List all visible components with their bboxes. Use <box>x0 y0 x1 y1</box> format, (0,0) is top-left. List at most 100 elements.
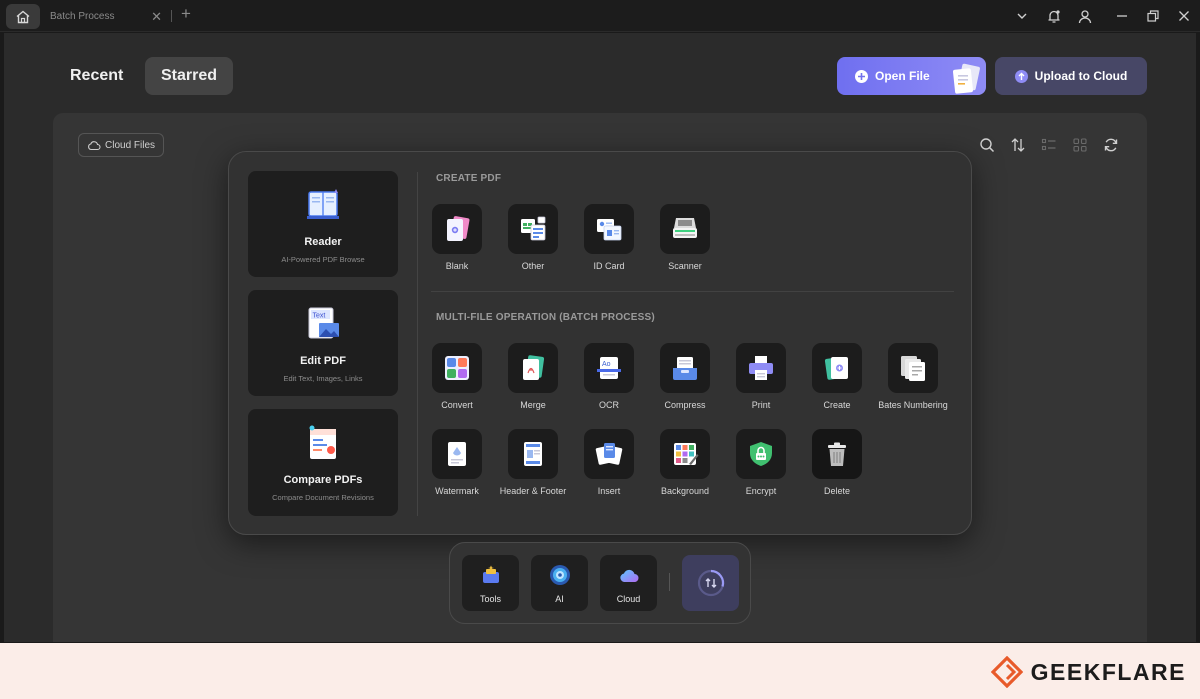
create-scanner-tool[interactable]: Scanner <box>647 204 723 271</box>
upload-circle-icon <box>1014 69 1028 83</box>
ai-assistant-icon <box>549 565 570 585</box>
header-footer-label: Header & Footer <box>499 486 567 496</box>
reader-card[interactable]: Reader AI-Powered PDF Browse <box>248 171 398 277</box>
reader-card-title: Reader <box>304 236 342 248</box>
document-tab[interactable]: Batch Process ✕ <box>44 4 168 29</box>
restore-window-icon[interactable] <box>1137 0 1169 32</box>
encrypt-label: Encrypt <box>745 486 777 496</box>
dock-tools-button[interactable]: Tools <box>462 555 519 611</box>
batch-background-tool[interactable]: Background <box>647 429 723 496</box>
document-tab-title: Batch Process <box>50 11 115 22</box>
convert-label: Convert <box>441 400 473 410</box>
list-view-icon[interactable] <box>1039 135 1059 155</box>
edit-pdf-card-subtitle: Edit Text, Images, Links <box>283 374 363 383</box>
insert-pages-icon <box>595 443 623 465</box>
dock-cloud-label: Cloud <box>616 594 641 604</box>
ocr-icon-text: Ao <box>602 361 611 368</box>
home-icon <box>16 10 30 23</box>
watermark-icon <box>448 442 466 466</box>
batch-create-tool[interactable]: Create <box>799 343 875 410</box>
batch-bates-numbering-tool[interactable]: Bates Numbering <box>875 343 951 410</box>
geekflare-logo-icon <box>990 656 1023 688</box>
watermark-label: Watermark <box>435 486 479 496</box>
convert-icon <box>445 356 469 380</box>
batch-print-tool[interactable]: Print <box>723 343 799 410</box>
id-card-label: ID Card <box>593 261 625 271</box>
reader-card-subtitle: AI-Powered PDF Browse <box>281 255 365 264</box>
batch-process-icon <box>697 569 724 597</box>
cloud-files-label: Cloud Files <box>105 139 156 151</box>
cloud-files-button[interactable]: Cloud Files <box>78 133 165 157</box>
blank-label: Blank <box>445 261 469 271</box>
create-pdf-icon <box>824 357 848 380</box>
user-account-icon[interactable] <box>1069 0 1101 32</box>
chevron-down-icon[interactable] <box>1006 0 1038 32</box>
bottom-dock: Tools AI Cloud <box>449 542 751 624</box>
batch-delete-tool[interactable]: Delete <box>799 429 875 496</box>
plus-circle-icon <box>855 69 868 83</box>
close-tab-icon[interactable]: ✕ <box>151 9 162 25</box>
close-window-icon[interactable] <box>1168 0 1200 32</box>
batch-encrypt-tool[interactable]: Encrypt <box>723 429 799 496</box>
id-card-icon <box>597 219 622 241</box>
create-other-tool[interactable]: Other <box>495 204 571 271</box>
encrypt-shield-icon <box>750 442 772 466</box>
dock-ai-button[interactable]: AI <box>531 555 588 611</box>
print-label: Print <box>751 400 771 410</box>
open-file-button[interactable]: Open File <box>837 57 986 95</box>
dock-batch-process-button[interactable] <box>682 555 739 611</box>
compare-pdfs-icon <box>309 425 336 459</box>
dock-cloud-button[interactable]: Cloud <box>600 555 657 611</box>
tab-starred[interactable]: Starred <box>145 57 234 95</box>
popup-horizontal-divider <box>431 291 954 292</box>
edit-pdf-card-title: Edit PDF <box>300 355 346 367</box>
minimize-icon[interactable] <box>1106 0 1138 32</box>
edit-pdf-icon-text: Text <box>313 312 326 319</box>
notification-bell-icon[interactable] <box>1038 0 1070 32</box>
delete-label: Delete <box>823 486 850 496</box>
search-icon[interactable] <box>977 135 997 155</box>
sort-icon[interactable] <box>1008 135 1028 155</box>
batch-compress-tool[interactable]: Compress <box>647 343 723 410</box>
blank-page-icon <box>447 216 470 241</box>
create-id-card-tool[interactable]: ID Card <box>571 204 647 271</box>
batch-convert-tool[interactable]: Convert <box>419 343 495 410</box>
refresh-icon[interactable] <box>1101 135 1121 155</box>
create-blank-tool[interactable]: Blank <box>419 204 495 271</box>
new-tab-icon[interactable]: + <box>181 4 191 24</box>
grid-view-icon[interactable] <box>1070 135 1090 155</box>
background-palette-icon <box>674 443 699 465</box>
compare-pdfs-card-title: Compare PDFs <box>283 474 363 486</box>
batch-watermark-tool[interactable]: Watermark <box>419 429 495 496</box>
batch-merge-tool[interactable]: Merge <box>495 343 571 410</box>
batch-ocr-tool[interactable]: Ao OCR <box>571 343 647 410</box>
title-bar: Batch Process ✕ + <box>0 0 1200 32</box>
footer-banner: GEEKFLARE <box>0 643 1200 699</box>
tab-recent[interactable]: Recent <box>54 57 139 95</box>
compress-icon <box>673 357 697 380</box>
upload-to-cloud-button[interactable]: Upload to Cloud <box>995 57 1147 95</box>
create-label: Create <box>823 400 851 410</box>
other-formats-icon <box>521 216 546 241</box>
edit-pdf-card[interactable]: Text Edit PDF Edit Text, Images, Links <box>248 290 398 396</box>
edit-pdf-icon: Text <box>308 307 339 339</box>
scanner-icon <box>673 218 697 238</box>
toolbox-icon <box>482 565 499 583</box>
batch-header-footer-tool[interactable]: Header & Footer <box>495 429 571 496</box>
tools-popup: Reader AI-Powered PDF Browse Text Edit P… <box>228 151 972 535</box>
compare-pdfs-card[interactable]: Compare PDFs Compare Document Revisions <box>248 409 398 516</box>
cloud-storage-icon <box>619 569 638 582</box>
home-button[interactable] <box>6 4 40 29</box>
compare-pdfs-card-subtitle: Compare Document Revisions <box>272 493 374 502</box>
scanner-label: Scanner <box>668 261 702 271</box>
ocr-icon: Ao <box>597 357 621 379</box>
panel-toolbar <box>977 135 1121 155</box>
other-label: Other <box>521 261 545 271</box>
trash-can-icon <box>828 442 846 466</box>
insert-label: Insert <box>597 486 621 496</box>
merge-icon <box>523 355 545 380</box>
dock-ai-label: AI <box>555 594 564 604</box>
reader-book-icon <box>307 189 339 219</box>
background-label: Background <box>660 486 710 496</box>
batch-insert-tool[interactable]: Insert <box>571 429 647 496</box>
